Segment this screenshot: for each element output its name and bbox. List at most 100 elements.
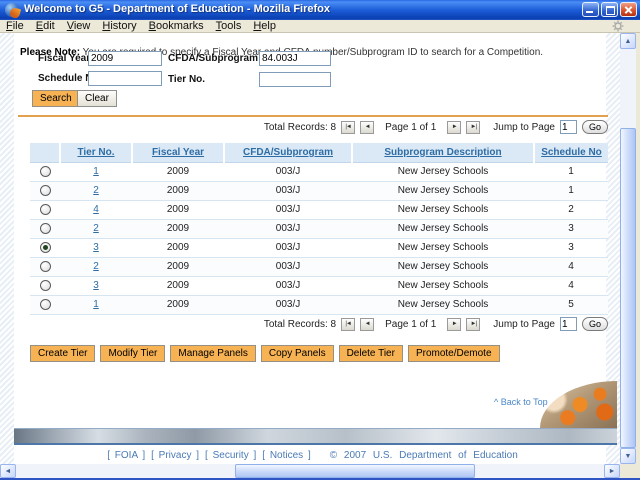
go-button[interactable]: Go (581, 120, 608, 134)
schedule-no-cell: 2 (534, 200, 608, 220)
clear-button[interactable]: Clear (77, 90, 117, 107)
radio-column-header (30, 143, 61, 163)
menu-help[interactable]: Help (247, 20, 282, 32)
tier-link[interactable]: 3 (93, 280, 99, 291)
go-button[interactable]: Go (581, 317, 608, 331)
last-page-button[interactable]: ►| (466, 317, 481, 331)
radio-cell (30, 181, 60, 201)
footer-link-privacy[interactable]: [ Privacy ] (151, 450, 199, 461)
tier-link[interactable]: 2 (93, 185, 99, 196)
vertical-scrollbar[interactable]: ▲ ▼ (620, 33, 636, 464)
schedule-no-cell: 3 (534, 219, 608, 239)
tier-link[interactable]: 1 (93, 166, 99, 177)
schedule-no-cell: 5 (534, 295, 608, 315)
scroll-down-icon[interactable]: ▼ (620, 448, 636, 464)
footer-link-notices[interactable]: [ Notices ] (262, 450, 310, 461)
footer-link-list: [ FOIA ] [ Privacy ] [ Security ] [ Notices… (104, 450, 314, 461)
tier-link[interactable]: 1 (93, 299, 99, 310)
menu-history[interactable]: History (96, 20, 142, 32)
horizontal-scrollbar-thumb[interactable] (235, 464, 475, 478)
header-schedule-no-link[interactable]: Schedule No (541, 147, 602, 158)
description-cell: New Jersey Schools (352, 257, 534, 277)
row-radio-button[interactable] (39, 241, 51, 253)
tier-link[interactable]: 2 (93, 261, 99, 272)
tier-link[interactable]: 2 (93, 223, 99, 234)
header-cfda: CFDA/Subprogram (224, 143, 353, 163)
minimize-button[interactable] (582, 2, 599, 17)
pagination-top: Total Records: 8 |◄ ◄ Page 1 of 1 ► ►| J… (264, 119, 608, 135)
total-records: Total Records: 8 (263, 318, 337, 330)
scroll-left-icon[interactable]: ◄ (0, 464, 16, 478)
row-radio-button[interactable] (39, 184, 51, 196)
last-page-button[interactable]: ►| (466, 120, 481, 134)
table-row: 2 2009 003/J New Jersey Schools 3 (30, 219, 608, 239)
schedule-no-cell: 3 (534, 238, 608, 258)
next-page-button[interactable]: ► (447, 317, 462, 331)
copy-panels-button[interactable]: Copy Panels (260, 345, 334, 362)
header-fiscal-year-link[interactable]: Fiscal Year (152, 147, 204, 158)
prev-page-button[interactable]: ◄ (360, 120, 375, 134)
tier-cell: 1 (60, 295, 132, 315)
row-radio-button[interactable] (39, 298, 51, 310)
footer-link-foia[interactable]: [ FOIA ] (107, 450, 145, 461)
tier-action-buttons: Create Tier Modify Tier Manage Panels Copy … (30, 345, 500, 362)
horizontal-scrollbar[interactable]: ◄ ► (0, 464, 620, 478)
footer-link-security[interactable]: [ Security ] (205, 450, 256, 461)
back-to-top-link[interactable]: ^ Back to Top (494, 397, 548, 407)
modify-tier-button[interactable]: Modify Tier (100, 345, 166, 362)
fiscal-year-cell: 2009 (132, 276, 224, 296)
cfda-cell: 003/J (224, 238, 352, 258)
create-tier-button[interactable]: Create Tier (30, 345, 96, 362)
jump-to-page-input[interactable] (559, 317, 577, 331)
menu-tools[interactable]: Tools (210, 20, 248, 32)
menu-file[interactable]: File (0, 20, 30, 32)
description-cell: New Jersey Schools (352, 276, 534, 296)
row-radio-button[interactable] (39, 260, 51, 272)
prev-page-button[interactable]: ◄ (360, 317, 375, 331)
promote-demote-button[interactable]: Promote/Demote (407, 345, 500, 362)
first-page-button[interactable]: |◄ (341, 120, 356, 134)
scroll-up-icon[interactable]: ▲ (620, 33, 636, 49)
fiscal-year-cell: 2009 (132, 257, 224, 277)
fiscal-year-input[interactable] (88, 51, 162, 66)
header-description-link[interactable]: Subprogram Description (384, 147, 501, 158)
close-button[interactable] (620, 2, 637, 17)
maximize-button[interactable] (601, 2, 618, 17)
menu-bookmarks[interactable]: Bookmarks (143, 20, 210, 32)
schedule-no-input[interactable] (88, 71, 162, 86)
table-row: 3 2009 003/J New Jersey Schools 3 (30, 238, 608, 258)
description-cell: New Jersey Schools (352, 200, 534, 220)
menu-edit[interactable]: Edit (30, 20, 61, 32)
tier-link[interactable]: 4 (93, 204, 99, 215)
pagination-bottom: Total Records: 8 |◄ ◄ Page 1 of 1 ► ►| J… (264, 316, 608, 332)
tier-link[interactable]: 3 (93, 242, 99, 253)
header-tier-no-link[interactable]: Tier No. (77, 147, 114, 158)
cfda-cell: 003/J (224, 219, 352, 239)
titlebar: Welcome to G5 - Department of Education … (0, 0, 640, 20)
next-page-button[interactable]: ► (447, 120, 462, 134)
description-cell: New Jersey Schools (352, 181, 534, 201)
row-radio-button[interactable] (39, 279, 51, 291)
results-body: 1 2009 003/J New Jersey Schools 1 2 2009 003/J N… (30, 162, 608, 315)
delete-tier-button[interactable]: Delete Tier (338, 345, 403, 362)
row-radio-button[interactable] (39, 203, 51, 215)
table-row: 4 2009 003/J New Jersey Schools 2 (30, 200, 608, 220)
tier-cell: 3 (60, 238, 132, 258)
scroll-right-icon[interactable]: ► (604, 464, 620, 478)
header-cfda-link[interactable]: CFDA/Subprogram (243, 147, 333, 158)
radio-cell (30, 238, 60, 258)
vertical-scrollbar-thumb[interactable] (620, 128, 636, 448)
row-radio-button[interactable] (39, 222, 51, 234)
search-button[interactable]: Search (32, 90, 80, 107)
first-page-button[interactable]: |◄ (341, 317, 356, 331)
menu-view[interactable]: View (61, 20, 97, 32)
jump-to-page-input[interactable] (559, 120, 577, 134)
fiscal-year-cell: 2009 (132, 238, 224, 258)
first-page-icon: |◄ (345, 321, 351, 327)
tier-cell: 2 (60, 257, 132, 277)
radio-cell (30, 200, 60, 220)
manage-panels-button[interactable]: Manage Panels (170, 345, 256, 362)
cfda-subprogram-input[interactable] (259, 51, 331, 66)
tier-no-input[interactable] (259, 72, 331, 87)
row-radio-button[interactable] (39, 165, 51, 177)
